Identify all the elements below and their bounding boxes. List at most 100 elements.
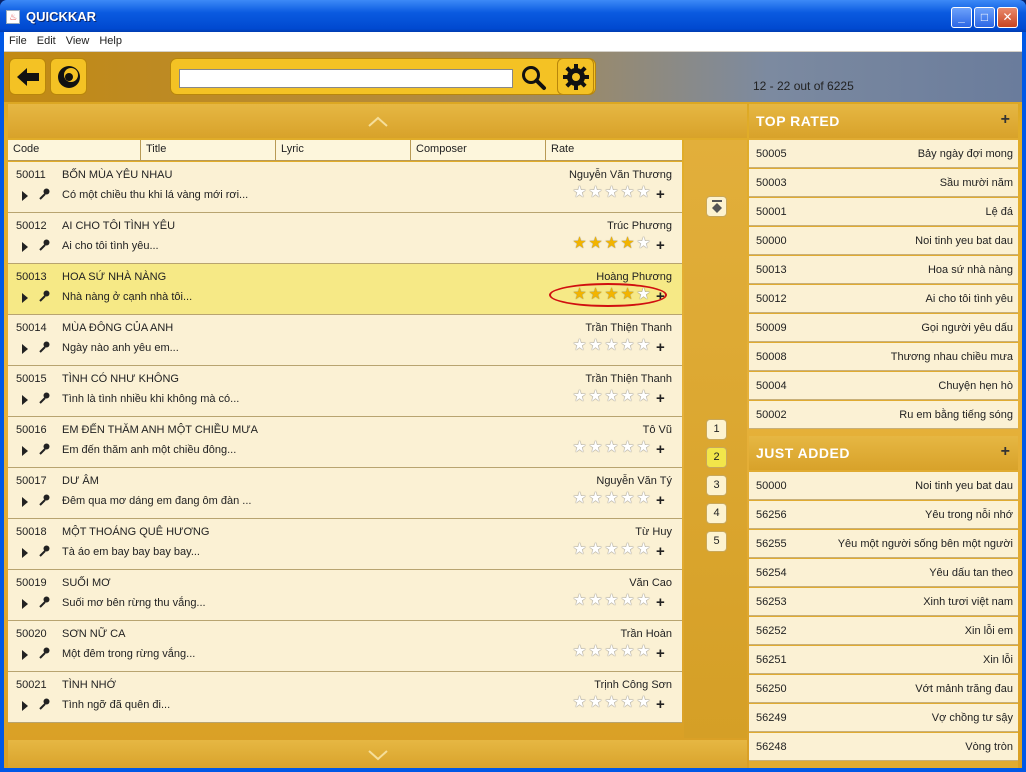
rating-stars[interactable]: ★ ★ ★ ★ ★ xyxy=(572,236,651,252)
star-icon[interactable]: ★ xyxy=(572,695,587,711)
star-icon[interactable]: ★ xyxy=(604,389,619,405)
play-icon[interactable] xyxy=(22,497,28,507)
star-icon[interactable]: ★ xyxy=(572,440,587,456)
star-icon[interactable]: ★ xyxy=(572,593,587,609)
star-icon[interactable]: ★ xyxy=(620,185,635,201)
microphone-icon[interactable] xyxy=(38,698,50,713)
star-icon[interactable]: ★ xyxy=(572,644,587,660)
top-rated-item[interactable]: 50008 Thương nhau chiều mưa xyxy=(749,343,1018,371)
song-row[interactable]: 50014 MÙA ĐÔNG CỦA ANH Trần Thiện Thanh Ngà… xyxy=(8,315,682,366)
star-icon[interactable]: ★ xyxy=(620,695,635,711)
rating-stars[interactable]: ★ ★ ★ ★ ★ xyxy=(572,440,651,456)
star-icon[interactable]: ★ xyxy=(588,491,603,507)
rating-stars[interactable]: ★ ★ ★ ★ ★ xyxy=(572,389,651,405)
top-rated-item[interactable]: 50003 Sầu mười năm xyxy=(749,169,1018,197)
star-icon[interactable]: ★ xyxy=(604,695,619,711)
search-icon[interactable] xyxy=(521,65,547,91)
microphone-icon[interactable] xyxy=(38,647,50,662)
star-icon[interactable]: ★ xyxy=(588,185,603,201)
just-added-item[interactable]: 56253 Xinh tươi việt nam xyxy=(749,588,1018,616)
column-composer[interactable]: Composer xyxy=(411,140,546,161)
star-icon[interactable]: ★ xyxy=(620,236,635,252)
minimize-button[interactable]: _ xyxy=(951,7,972,28)
just-added-item[interactable]: 56254 Yêu dấu tan theo xyxy=(749,559,1018,587)
page-button-3[interactable]: 3 xyxy=(706,475,727,496)
just-added-item[interactable]: 56255 Yêu một người sống bên một người xyxy=(749,530,1018,558)
star-icon[interactable]: ★ xyxy=(572,542,587,558)
scroll-down-bar[interactable] xyxy=(8,740,747,768)
menu-view[interactable]: View xyxy=(61,32,95,47)
top-rated-item[interactable]: 50001 Lệ đá xyxy=(749,198,1018,226)
back-button[interactable] xyxy=(9,58,46,95)
star-icon[interactable]: ★ xyxy=(636,491,651,507)
add-to-playlist-icon[interactable]: + xyxy=(656,441,665,458)
page-button-4[interactable]: 4 xyxy=(706,503,727,524)
star-icon[interactable]: ★ xyxy=(620,593,635,609)
song-row[interactable]: 50015 TÌNH CÓ NHƯ KHÔNG Trần Thiện Thanh Tì… xyxy=(8,366,682,417)
first-page-button[interactable] xyxy=(706,196,727,217)
play-icon[interactable] xyxy=(22,191,28,201)
star-icon[interactable]: ★ xyxy=(636,389,651,405)
close-button[interactable]: ✕ xyxy=(997,7,1018,28)
star-icon[interactable]: ★ xyxy=(636,338,651,354)
star-icon[interactable]: ★ xyxy=(604,644,619,660)
star-icon[interactable]: ★ xyxy=(604,338,619,354)
rating-stars[interactable]: ★ ★ ★ ★ ★ xyxy=(572,542,651,558)
microphone-icon[interactable] xyxy=(38,392,50,407)
add-to-playlist-icon[interactable]: + xyxy=(656,390,665,407)
star-icon[interactable]: ★ xyxy=(588,440,603,456)
star-icon[interactable]: ★ xyxy=(604,593,619,609)
search-input[interactable] xyxy=(179,69,513,88)
rating-stars[interactable]: ★ ★ ★ ★ ★ xyxy=(572,593,651,609)
microphone-icon[interactable] xyxy=(38,443,50,458)
top-rated-item[interactable]: 50013 Hoa sứ nhà nàng xyxy=(749,256,1018,284)
column-code[interactable]: Code xyxy=(8,140,141,161)
rating-stars[interactable]: ★ ★ ★ ★ ★ xyxy=(572,338,651,354)
star-icon[interactable]: ★ xyxy=(620,644,635,660)
top-rated-item[interactable]: 50005 Bảy ngày đợi mong xyxy=(749,140,1018,168)
star-icon[interactable]: ★ xyxy=(620,440,635,456)
add-to-playlist-icon[interactable]: + xyxy=(656,339,665,356)
add-to-playlist-icon[interactable]: + xyxy=(656,492,665,509)
add-to-playlist-icon[interactable]: + xyxy=(656,186,665,203)
star-icon[interactable]: ★ xyxy=(588,695,603,711)
play-icon[interactable] xyxy=(22,701,28,711)
play-icon[interactable] xyxy=(22,293,28,303)
star-icon[interactable]: ★ xyxy=(604,185,619,201)
rating-stars[interactable]: ★ ★ ★ ★ ★ xyxy=(572,185,651,201)
just-added-item[interactable]: 56250 Vớt mảnh trăng đau xyxy=(749,675,1018,703)
song-row[interactable]: 50021 TÌNH NHỚ Trịnh Công Sơn Tình ngỡ đã q… xyxy=(8,672,682,723)
top-rated-item[interactable]: 50004 Chuyện hẹn hò xyxy=(749,372,1018,400)
star-icon[interactable]: ★ xyxy=(588,542,603,558)
microphone-icon[interactable] xyxy=(38,596,50,611)
star-icon[interactable]: ★ xyxy=(604,542,619,558)
song-row[interactable]: 50018 MỘT THOÁNG QUÊ HƯƠNG Từ Huy Tà áo em … xyxy=(8,519,682,570)
star-icon[interactable]: ★ xyxy=(620,389,635,405)
top-rated-add-icon[interactable]: + xyxy=(1001,111,1010,129)
add-to-playlist-icon[interactable]: + xyxy=(656,696,665,713)
page-button-5[interactable]: 5 xyxy=(706,531,727,552)
star-icon[interactable]: ★ xyxy=(572,491,587,507)
play-icon[interactable] xyxy=(22,344,28,354)
star-icon[interactable]: ★ xyxy=(636,593,651,609)
star-icon[interactable]: ★ xyxy=(620,491,635,507)
play-icon[interactable] xyxy=(22,446,28,456)
song-row[interactable]: 50019 SUỐI MƠ Văn Cao Suối mơ bên rừng thu … xyxy=(8,570,682,621)
play-icon[interactable] xyxy=(22,548,28,558)
rating-stars[interactable]: ★ ★ ★ ★ ★ xyxy=(572,695,651,711)
top-rated-item[interactable]: 50012 Ai cho tôi tình yêu xyxy=(749,285,1018,313)
page-button-2[interactable]: 2 xyxy=(706,447,727,468)
column-title[interactable]: Title xyxy=(141,140,276,161)
song-row[interactable]: 50013 HOA SỨ NHÀ NÀNG Hoàng Phương Nhà nàng… xyxy=(8,264,682,315)
top-rated-item[interactable]: 50002 Ru em bằng tiếng sóng xyxy=(749,401,1018,429)
star-icon[interactable]: ★ xyxy=(620,338,635,354)
just-added-item[interactable]: 56248 Vòng tròn xyxy=(749,733,1018,761)
star-icon[interactable]: ★ xyxy=(588,593,603,609)
add-to-playlist-icon[interactable]: + xyxy=(656,237,665,254)
rating-stars[interactable]: ★ ★ ★ ★ ★ xyxy=(572,491,651,507)
title-bar[interactable]: ♨ QUICKKAR _ □ ✕ xyxy=(0,0,1026,32)
night-mode-button[interactable] xyxy=(50,58,87,95)
scroll-up-bar[interactable] xyxy=(8,104,747,138)
just-added-item[interactable]: 56249 Vợ chồng tư sậy xyxy=(749,704,1018,732)
microphone-icon[interactable] xyxy=(38,494,50,509)
